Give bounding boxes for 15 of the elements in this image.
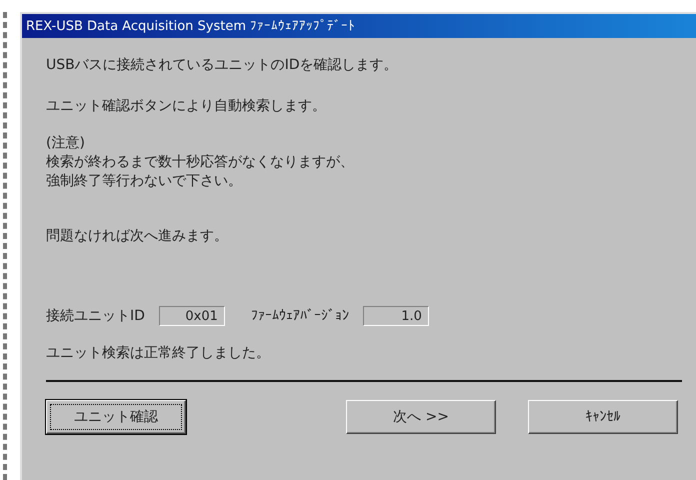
field-label: 接続ユニットID xyxy=(46,307,145,325)
instruction-text: 検索が終わるまで数十秒応答がなくなりますが、 xyxy=(46,153,355,172)
instruction-text: USBバスに接続されているユニットのIDを確認します。 xyxy=(46,56,399,75)
window-title: REX-USB Data Acquisition System ﾌｧｰﾑｳｪｱｱｯﾌﾟﾃﾞｰﾄ xyxy=(26,18,356,34)
readonly-field: 1.0 xyxy=(362,306,429,326)
dialog-button[interactable]: 次へ >> xyxy=(346,400,496,434)
status-text: ユニット検索は正常終了しました。 xyxy=(46,344,271,362)
instruction-text: ユニット確認ボタンにより自動検索します。 xyxy=(46,97,327,116)
dialog-button[interactable]: ユニット確認 xyxy=(46,400,186,434)
field-label: ﾌｧｰﾑｳｪｱﾊﾞｰｼﾞｮﾝ xyxy=(250,308,349,324)
instruction-text: (注意) xyxy=(46,134,86,153)
instruction-text: 問題なければ次へ進みます。 xyxy=(46,227,229,246)
dialog-button[interactable]: ｷｬﾝｾﾙ xyxy=(528,400,678,434)
readonly-field: 0x01 xyxy=(158,306,225,326)
instruction-text: 強制終了等行わないで下さい。 xyxy=(46,172,243,191)
